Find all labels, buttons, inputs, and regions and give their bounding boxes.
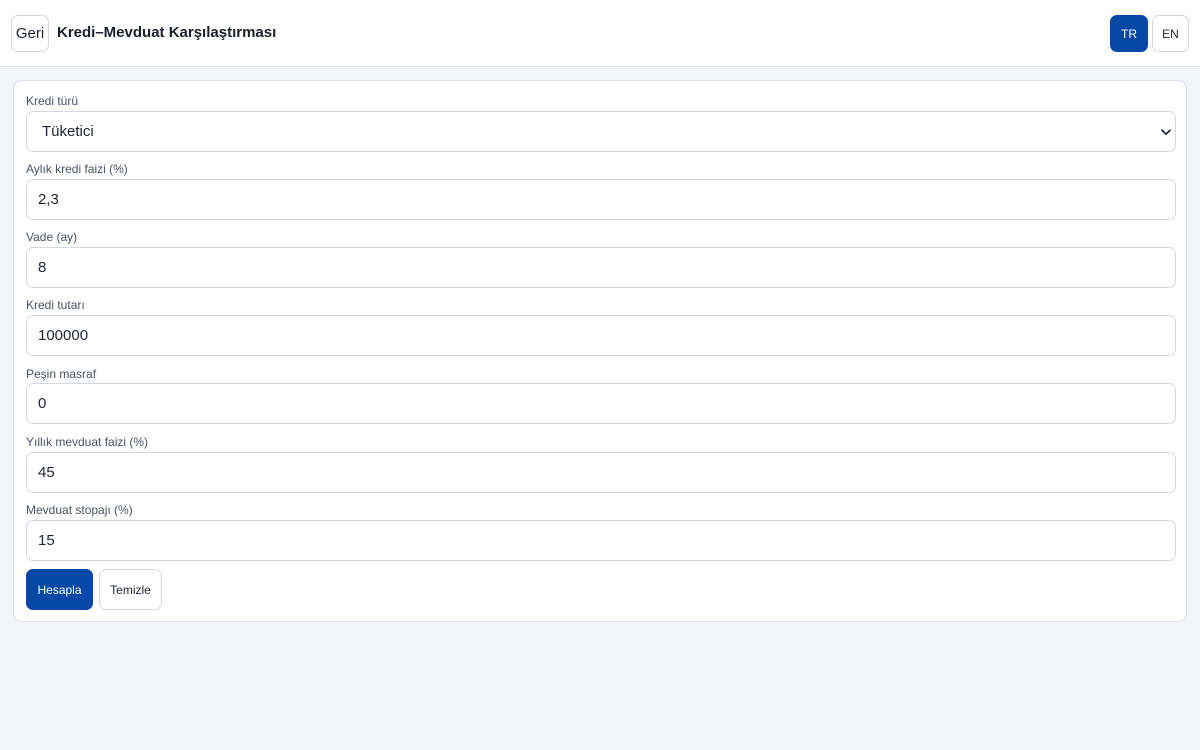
monthly-rate-input[interactable]: 2,3 — [26, 179, 1176, 220]
monthly-rate-label: Aylık kredi faizi (%) — [26, 162, 128, 176]
amount-label: Kredi tutarı — [26, 298, 85, 312]
clear-button[interactable]: Temizle — [99, 569, 162, 610]
top-bar: Geri Kredi–Mevduat Karşılaştırması TR EN — [0, 0, 1200, 67]
term-input[interactable]: 8 — [26, 247, 1176, 288]
withholding-label: Mevduat stopajı (%) — [26, 503, 133, 517]
loan-type-value: Tüketici — [42, 123, 94, 140]
upfront-fee-input[interactable]: 0 — [26, 383, 1176, 424]
amount-input[interactable]: 100000 — [26, 315, 1176, 356]
form-card: Kredi türü Tüketici Aylık kredi faizi (%… — [13, 80, 1187, 622]
calculate-button[interactable]: Hesapla — [26, 569, 93, 610]
chevron-down-icon — [1161, 129, 1171, 136]
language-en-button[interactable]: EN — [1152, 15, 1189, 52]
term-label: Vade (ay) — [26, 230, 78, 244]
upfront-fee-label: Peşin masraf — [26, 367, 97, 381]
loan-type-label: Kredi türü — [26, 94, 79, 108]
deposit-rate-label: Yıllık mevduat faizi (%) — [26, 435, 149, 449]
page-title: Kredi–Mevduat Karşılaştırması — [57, 24, 277, 41]
back-button[interactable]: Geri — [11, 15, 49, 52]
deposit-rate-input[interactable]: 45 — [26, 452, 1176, 493]
withholding-input[interactable]: 15 — [26, 520, 1176, 561]
language-tr-button[interactable]: TR — [1110, 15, 1148, 52]
loan-type-select[interactable]: Tüketici — [26, 111, 1176, 152]
